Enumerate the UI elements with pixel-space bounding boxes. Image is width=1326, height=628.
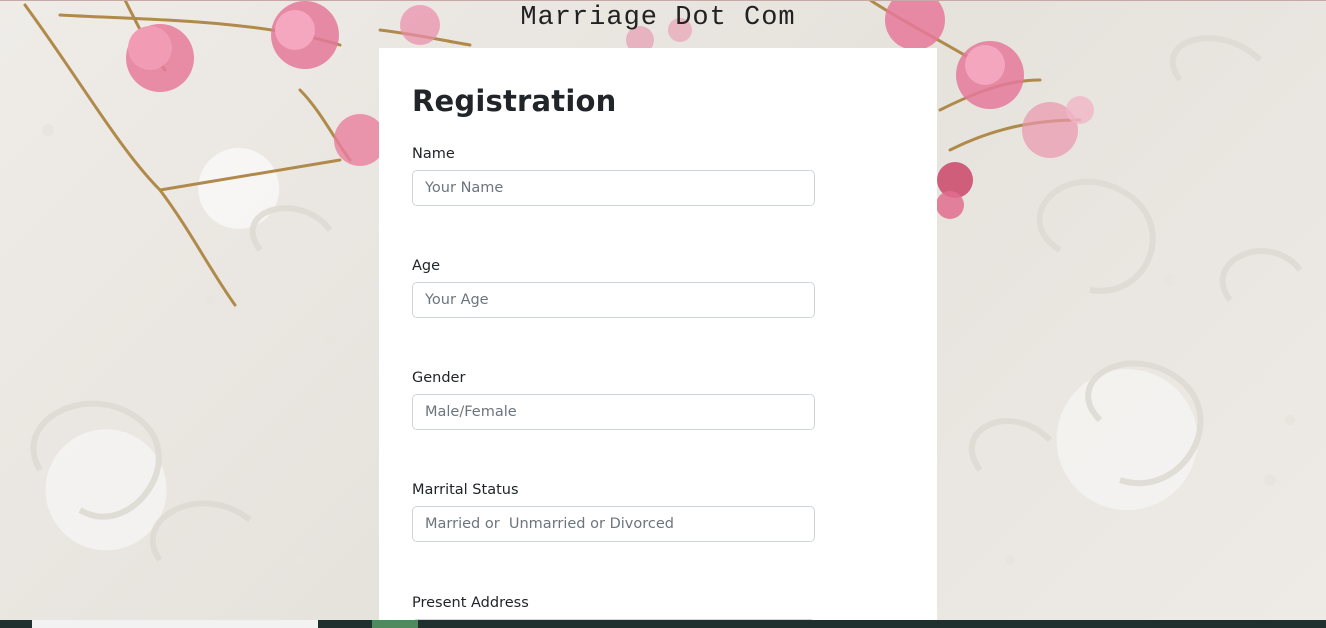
marital-status-label: Marrital Status (412, 482, 519, 498)
present-address-label: Present Address (412, 595, 529, 611)
form-title: Registration (412, 84, 617, 118)
registration-card: Registration Name Age Gender Marrital St… (379, 48, 937, 628)
name-label: Name (412, 146, 455, 162)
taskbar-search-box[interactable] (32, 620, 318, 628)
name-input[interactable] (412, 170, 815, 206)
age-label: Age (412, 258, 441, 274)
taskbar (0, 620, 1326, 628)
site-title: Marriage Dot Com (520, 3, 796, 33)
gender-input[interactable] (412, 394, 815, 430)
marital-status-input[interactable] (412, 506, 815, 542)
taskbar-active-app[interactable] (372, 620, 418, 628)
age-input[interactable] (412, 282, 815, 318)
top-border (0, 0, 1326, 1)
gender-label: Gender (412, 370, 466, 386)
